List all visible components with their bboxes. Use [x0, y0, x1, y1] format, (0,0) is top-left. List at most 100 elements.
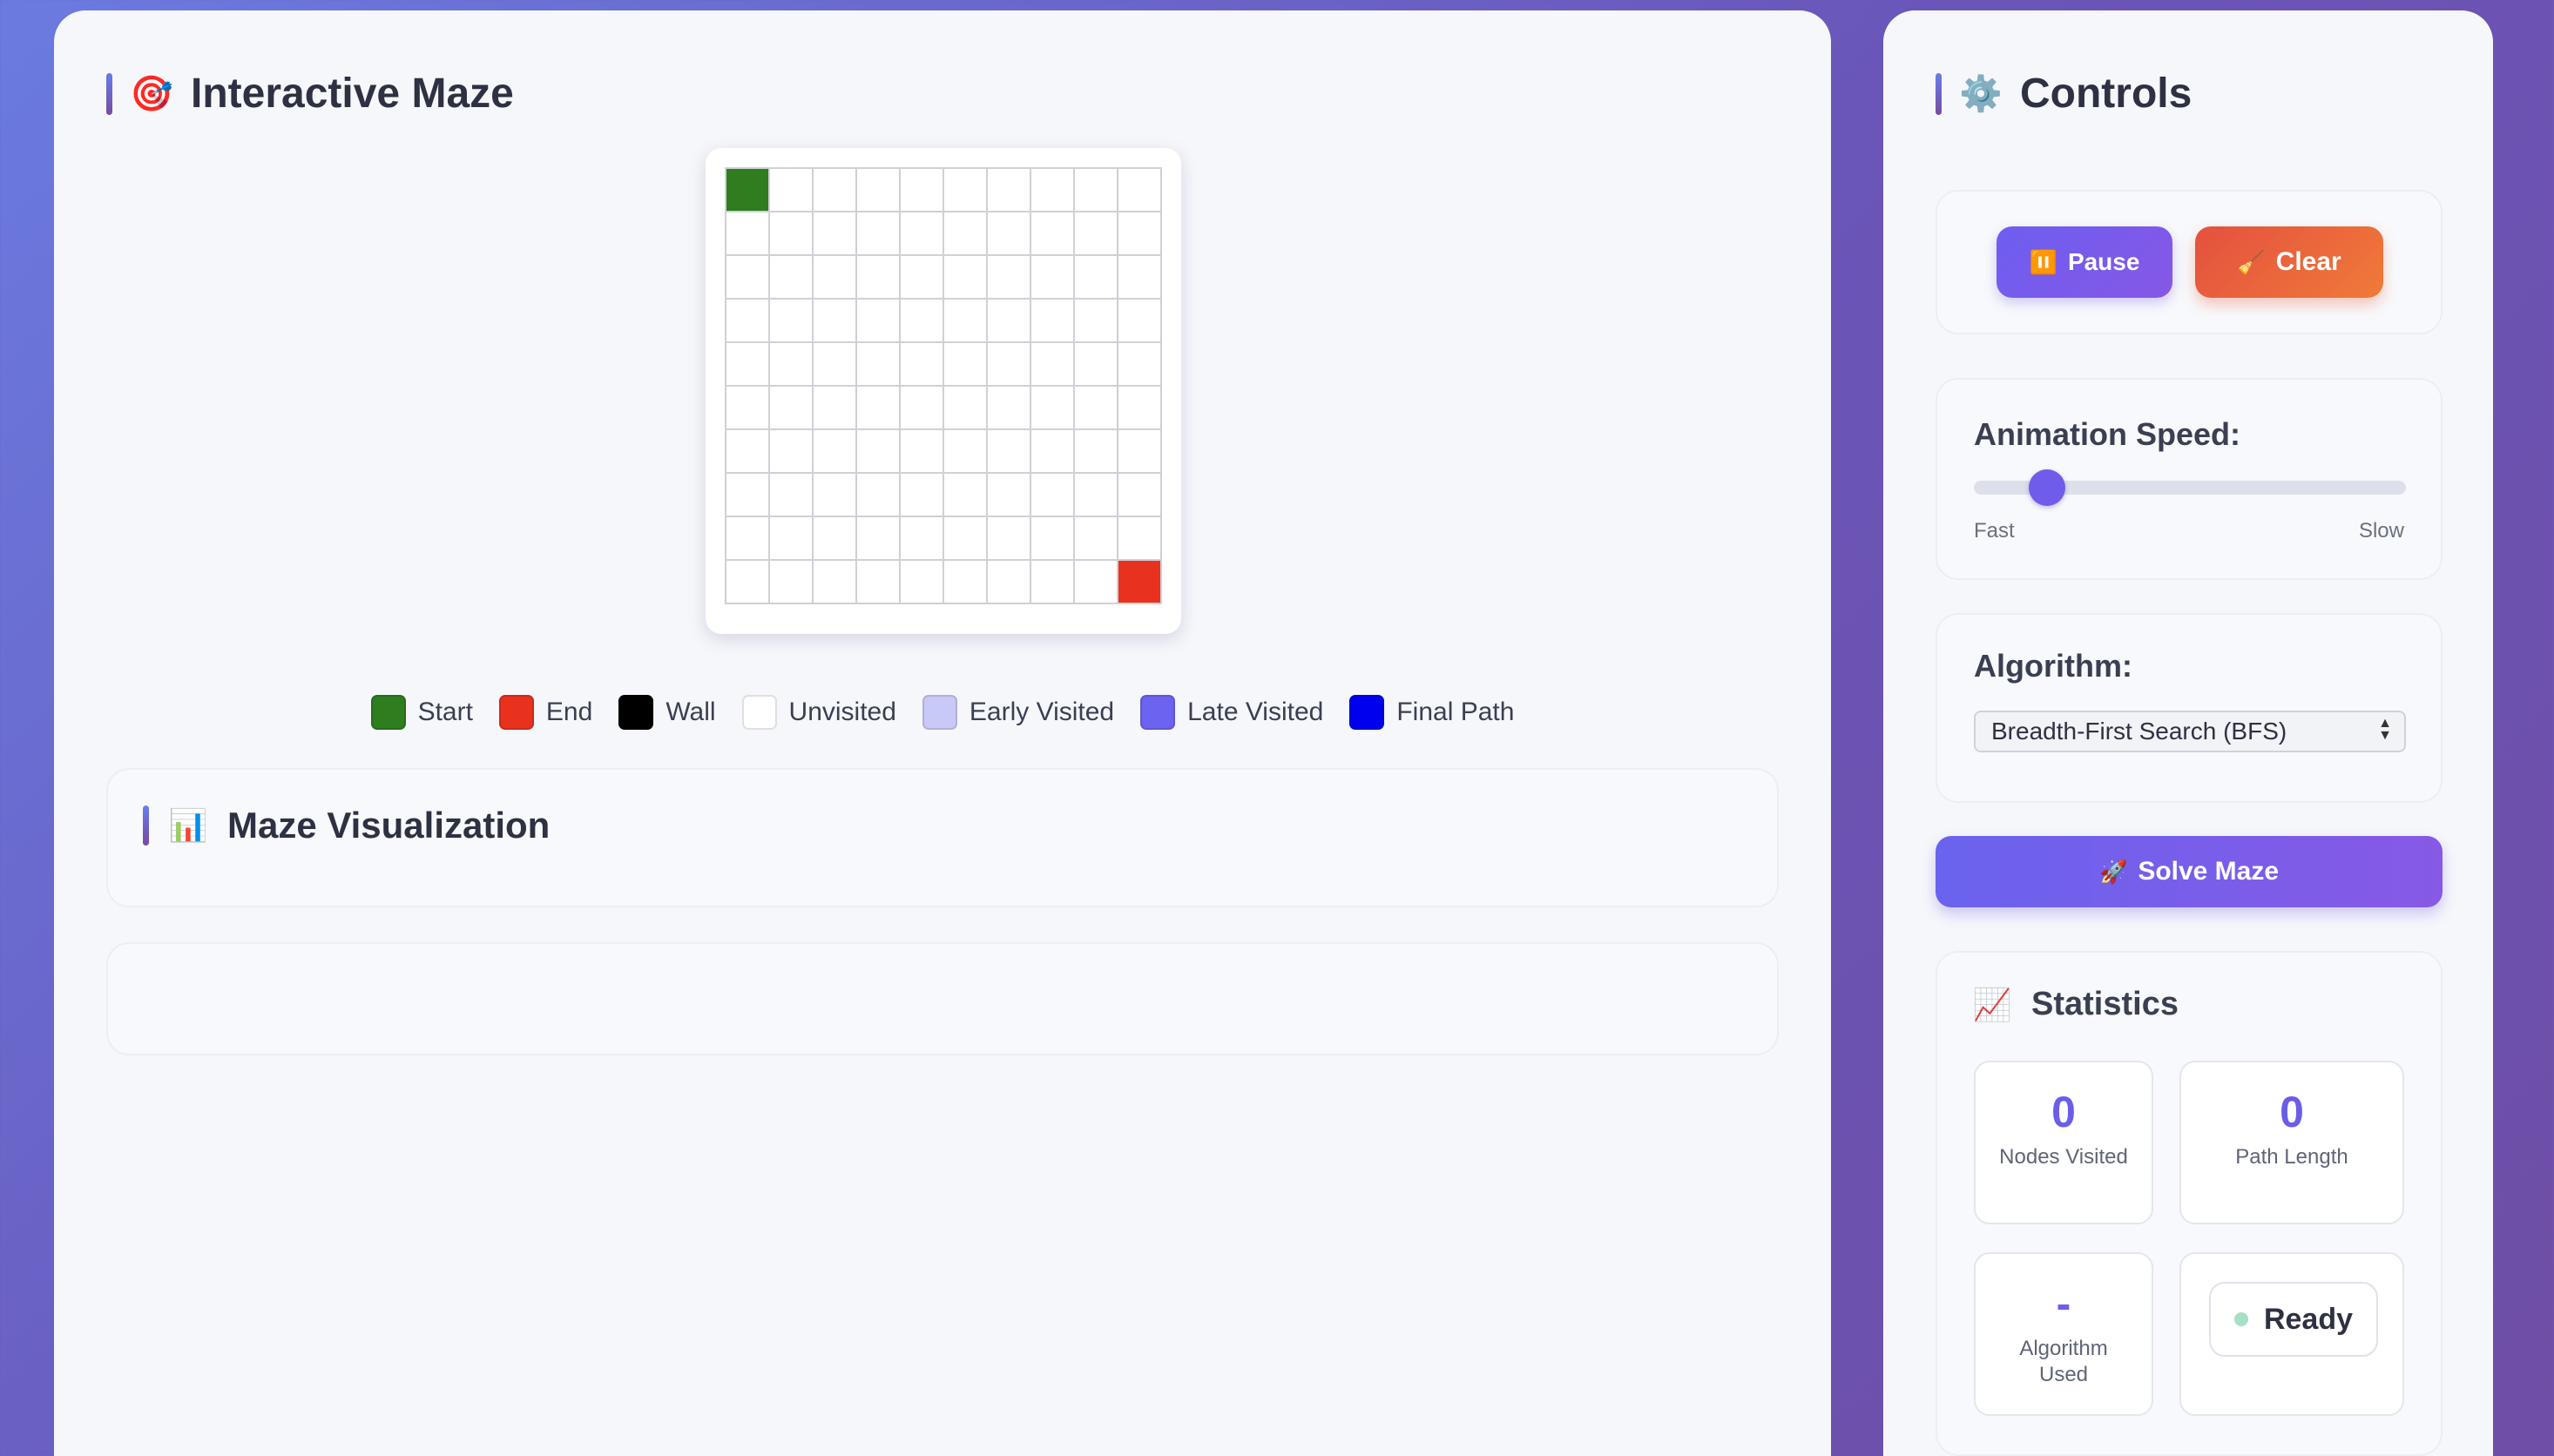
maze-cell[interactable] — [944, 430, 988, 474]
maze-cell-start[interactable] — [726, 169, 770, 212]
maze-cell[interactable] — [988, 212, 1031, 256]
maze-cell[interactable] — [814, 561, 857, 604]
maze-cell[interactable] — [901, 430, 944, 474]
solve-maze-button[interactable]: 🚀 Solve Maze — [1936, 836, 2443, 907]
maze-grid[interactable] — [725, 167, 1162, 604]
maze-cell[interactable] — [988, 561, 1031, 604]
animation-speed-slider[interactable] — [1974, 469, 2406, 506]
maze-cell[interactable] — [814, 474, 857, 517]
maze-cell[interactable] — [770, 387, 814, 430]
maze-cell[interactable] — [1031, 430, 1075, 474]
maze-cell[interactable] — [814, 343, 857, 387]
maze-cell[interactable] — [857, 343, 901, 387]
maze-cell[interactable] — [814, 387, 857, 430]
maze-cell[interactable] — [814, 212, 857, 256]
maze-cell[interactable] — [1031, 474, 1075, 517]
maze-cell[interactable] — [901, 343, 944, 387]
maze-cell[interactable] — [1075, 300, 1118, 343]
maze-cell[interactable] — [726, 300, 770, 343]
maze-cell[interactable] — [726, 474, 770, 517]
maze-cell[interactable] — [1031, 517, 1075, 561]
maze-cell[interactable] — [988, 343, 1031, 387]
maze-cell[interactable] — [770, 169, 814, 212]
maze-cell[interactable] — [1118, 300, 1162, 343]
maze-cell[interactable] — [1075, 169, 1118, 212]
maze-cell[interactable] — [988, 300, 1031, 343]
maze-cell[interactable] — [1118, 343, 1162, 387]
maze-cell[interactable] — [901, 387, 944, 430]
maze-cell[interactable] — [1118, 517, 1162, 561]
maze-cell[interactable] — [1031, 169, 1075, 212]
maze-cell[interactable] — [770, 561, 814, 604]
maze-cell[interactable] — [770, 256, 814, 300]
maze-cell[interactable] — [857, 474, 901, 517]
maze-cell[interactable] — [1031, 300, 1075, 343]
maze-cell[interactable] — [857, 430, 901, 474]
maze-cell[interactable] — [770, 430, 814, 474]
maze-cell[interactable] — [944, 212, 988, 256]
maze-cell[interactable] — [901, 474, 944, 517]
maze-cell[interactable] — [1075, 212, 1118, 256]
maze-cell[interactable] — [1031, 561, 1075, 604]
maze-cell[interactable] — [944, 300, 988, 343]
maze-cell[interactable] — [1118, 430, 1162, 474]
maze-cell-end[interactable] — [1118, 561, 1162, 604]
maze-cell[interactable] — [944, 387, 988, 430]
maze-cell[interactable] — [726, 343, 770, 387]
maze-cell[interactable] — [857, 169, 901, 212]
maze-cell[interactable] — [770, 517, 814, 561]
maze-cell[interactable] — [944, 561, 988, 604]
clear-button[interactable]: 🧹 Clear — [2195, 226, 2383, 298]
maze-cell[interactable] — [814, 517, 857, 561]
maze-cell[interactable] — [814, 430, 857, 474]
maze-cell[interactable] — [770, 343, 814, 387]
maze-cell[interactable] — [944, 169, 988, 212]
maze-cell[interactable] — [770, 474, 814, 517]
maze-cell[interactable] — [1075, 430, 1118, 474]
algorithm-select[interactable]: Breadth-First Search (BFS) ▲ ▼ — [1974, 711, 2406, 752]
maze-cell[interactable] — [1031, 387, 1075, 430]
maze-cell[interactable] — [1118, 212, 1162, 256]
maze-cell[interactable] — [857, 517, 901, 561]
maze-cell[interactable] — [726, 561, 770, 604]
maze-cell[interactable] — [944, 517, 988, 561]
maze-cell[interactable] — [1075, 343, 1118, 387]
maze-cell[interactable] — [857, 300, 901, 343]
maze-cell[interactable] — [901, 256, 944, 300]
maze-cell[interactable] — [944, 343, 988, 387]
maze-cell[interactable] — [1031, 212, 1075, 256]
maze-cell[interactable] — [901, 561, 944, 604]
maze-cell[interactable] — [857, 212, 901, 256]
maze-cell[interactable] — [1075, 387, 1118, 430]
maze-cell[interactable] — [901, 300, 944, 343]
maze-cell[interactable] — [857, 256, 901, 300]
maze-cell[interactable] — [988, 256, 1031, 300]
maze-cell[interactable] — [901, 169, 944, 212]
maze-cell[interactable] — [1075, 474, 1118, 517]
maze-cell[interactable] — [1031, 256, 1075, 300]
slider-thumb[interactable] — [2029, 469, 2066, 506]
maze-cell[interactable] — [770, 212, 814, 256]
maze-cell[interactable] — [814, 169, 857, 212]
maze-cell[interactable] — [857, 561, 901, 604]
maze-cell[interactable] — [1031, 343, 1075, 387]
maze-cell[interactable] — [1118, 169, 1162, 212]
maze-cell[interactable] — [726, 256, 770, 300]
maze-cell[interactable] — [988, 169, 1031, 212]
maze-cell[interactable] — [988, 474, 1031, 517]
maze-cell[interactable] — [726, 212, 770, 256]
maze-cell[interactable] — [857, 387, 901, 430]
maze-cell[interactable] — [944, 474, 988, 517]
pause-button[interactable]: ⏸️ Pause — [1997, 226, 2172, 298]
maze-cell[interactable] — [901, 212, 944, 256]
maze-cell[interactable] — [988, 387, 1031, 430]
maze-cell[interactable] — [1075, 256, 1118, 300]
maze-cell[interactable] — [988, 517, 1031, 561]
maze-cell[interactable] — [726, 517, 770, 561]
maze-cell[interactable] — [726, 430, 770, 474]
maze-cell[interactable] — [944, 256, 988, 300]
maze-cell[interactable] — [988, 430, 1031, 474]
maze-cell[interactable] — [901, 517, 944, 561]
maze-cell[interactable] — [814, 256, 857, 300]
maze-cell[interactable] — [1075, 561, 1118, 604]
